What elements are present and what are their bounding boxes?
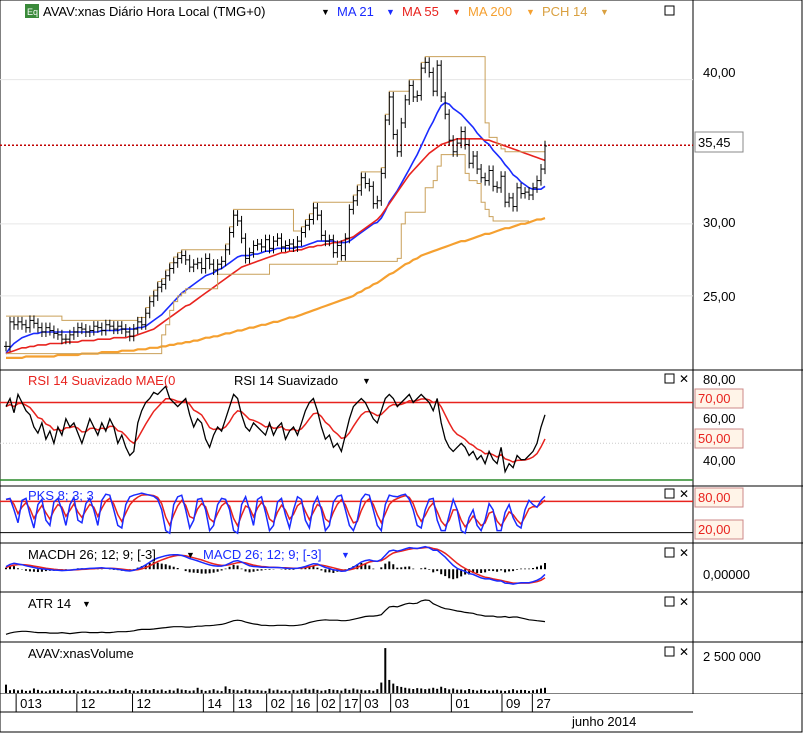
rsi-smoothed-label[interactable]: RSI 14 Suavizado MAE(0 [28, 373, 175, 388]
macdh-label[interactable]: MACDH 26; 12; 9; [-3] [28, 547, 156, 562]
instrument-menu-icon[interactable]: ▼ [321, 7, 330, 17]
last-price-label: 35,45 [698, 135, 731, 150]
pch14-label[interactable]: PCH 14 [542, 4, 588, 19]
volume-maximize-icon[interactable] [664, 646, 675, 657]
ma55-label[interactable]: MA 55 [402, 4, 439, 19]
rsi-label[interactable]: RSI 14 Suavizado [234, 373, 338, 388]
rsi-tick-80: 80,00 [703, 372, 736, 387]
macd-menu-icon[interactable]: ▼ [341, 550, 350, 560]
time-label-13: 27 [536, 696, 550, 711]
pks-maximize-icon[interactable] [664, 488, 675, 499]
time-label-6: 16 [296, 696, 310, 711]
ma21-menu-icon[interactable]: ▼ [386, 7, 395, 17]
header: Eq AVAV:xnas Diário Hora Local (TMG+0) ▼… [25, 4, 675, 19]
atr-menu-icon[interactable]: ▼ [82, 599, 91, 609]
rsi-tick-60: 60,00 [703, 411, 736, 426]
time-label-12: 09 [506, 696, 520, 711]
macdh-menu-icon[interactable]: ▼ [186, 550, 195, 560]
ma21-label[interactable]: MA 21 [337, 4, 374, 19]
time-label-4: 13 [238, 696, 252, 711]
macd-label[interactable]: MACD 26; 12; 9; [-3] [203, 547, 322, 562]
rsi-close-icon[interactable]: ✕ [679, 372, 689, 386]
atr-maximize-icon[interactable] [664, 596, 675, 607]
price-tick-30: 30,00 [703, 215, 736, 230]
volume-label[interactable]: AVAV:xnasVolume [28, 646, 134, 661]
future-month-label: junho 2014 [571, 714, 636, 729]
time-label-5: 02 [271, 696, 285, 711]
time-label-7: 02 [321, 696, 335, 711]
time-label-8: 17 [344, 696, 358, 711]
rsi-maximize-icon[interactable] [664, 373, 675, 384]
price-tick-40: 40,00 [703, 65, 736, 80]
ma200-menu-icon[interactable]: ▼ [526, 7, 535, 17]
time-label-2: 12 [137, 696, 151, 711]
time-label-10: 03 [395, 696, 409, 711]
time-label-3: 14 [207, 696, 221, 711]
atr-label[interactable]: ATR 14 [28, 596, 71, 611]
time-label-9: 03 [364, 696, 378, 711]
equity-badge-label: Eq [27, 7, 38, 17]
pks-level-80: 80,00 [698, 490, 731, 505]
pks-level-20: 20,00 [698, 522, 731, 537]
macd-maximize-icon[interactable] [664, 547, 675, 558]
atr-close-icon[interactable]: ✕ [679, 595, 689, 609]
time-label-1: 12 [81, 696, 95, 711]
time-label-11: 01 [455, 696, 469, 711]
ma55-menu-icon[interactable]: ▼ [452, 7, 461, 17]
pks-label[interactable]: PKS 8; 3; 3 [28, 488, 94, 503]
macd-close-icon[interactable]: ✕ [679, 546, 689, 560]
macd-tick-zero: 0,00000 [703, 567, 750, 582]
ma200-label[interactable]: MA 200 [468, 4, 512, 19]
rsi-level-70: 70,00 [698, 391, 731, 406]
volume-tick: 2 500 000 [703, 649, 761, 664]
pks-close-icon[interactable]: ✕ [679, 487, 689, 501]
rsi-tick-40: 40,00 [703, 453, 736, 468]
time-label-0: 013 [20, 696, 42, 711]
rsi-level-50: 50,00 [698, 431, 731, 446]
stock-chart: Eq AVAV:xnas Diário Hora Local (TMG+0) ▼… [0, 0, 803, 733]
pch14-menu-icon[interactable]: ▼ [600, 7, 609, 17]
rsi-menu-icon[interactable]: ▼ [362, 376, 371, 386]
maximize-main-icon[interactable] [664, 5, 675, 16]
instrument-title[interactable]: AVAV:xnas Diário Hora Local (TMG+0) [43, 4, 265, 19]
price-tick-25: 25,00 [703, 289, 736, 304]
volume-close-icon[interactable]: ✕ [679, 645, 689, 659]
